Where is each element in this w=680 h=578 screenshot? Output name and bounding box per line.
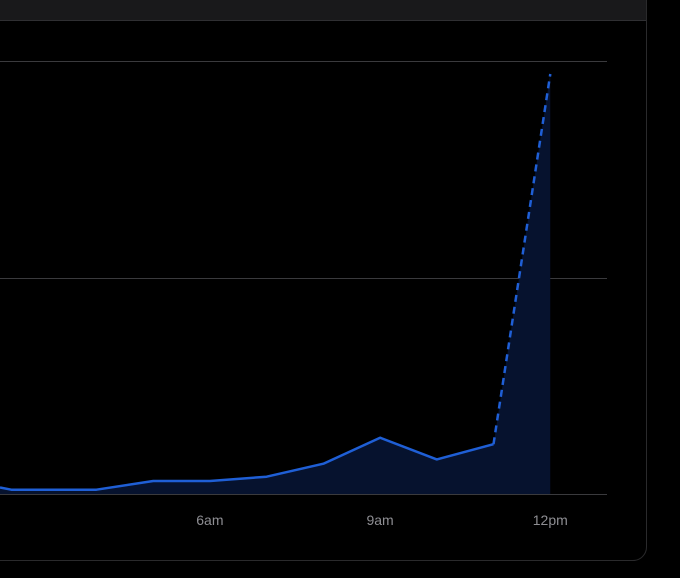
x-tick-label-6am: 6am [196,512,223,528]
line-chart: 6am 9am 12pm [0,61,607,528]
x-tick-label-9am: 9am [366,512,393,528]
area-fill [0,73,551,495]
x-axis-ticks: 6am 9am 12pm [196,512,568,528]
x-tick-label-12pm: 12pm [533,512,568,528]
area-under-line [0,73,551,495]
series-lines [0,73,552,491]
